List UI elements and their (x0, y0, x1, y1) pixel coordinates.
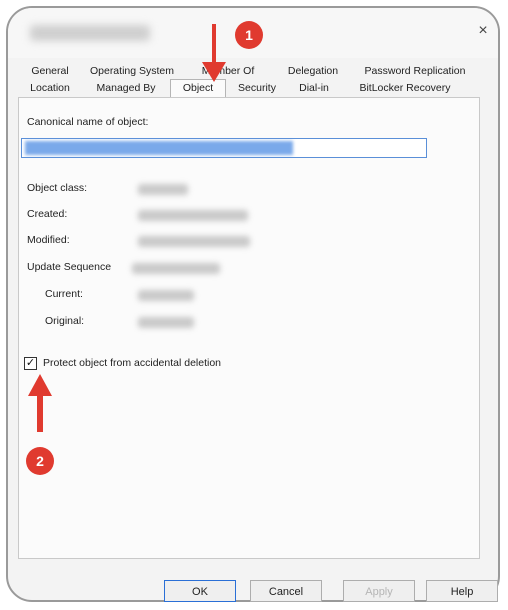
tab-bitlocker-recovery[interactable]: BitLocker Recovery (340, 80, 470, 97)
apply-button[interactable]: Apply (343, 580, 415, 602)
tab-operating-system[interactable]: Operating System (82, 63, 182, 80)
object-class-value-redacted (138, 184, 188, 195)
original-label: Original: (45, 315, 85, 327)
tab-general[interactable]: General (18, 63, 82, 80)
ok-button[interactable]: OK (164, 580, 236, 602)
tab-security[interactable]: Security (226, 80, 288, 97)
modified-value-redacted (138, 236, 250, 247)
tab-password-replication[interactable]: Password Replication (352, 63, 478, 80)
canonical-name-field[interactable] (21, 138, 427, 158)
protect-deletion-label: Protect object from accidental deletion (43, 357, 222, 369)
arrow-down-icon (202, 24, 226, 82)
tab-dial-in[interactable]: Dial-in (288, 80, 340, 97)
help-button[interactable]: Help (426, 580, 498, 602)
tab-row-2: Location Managed By Object Security Dial… (18, 79, 470, 98)
modified-label: Modified: (27, 234, 70, 246)
close-icon[interactable]: × (472, 20, 494, 42)
protect-deletion-checkbox[interactable]: ✓ (24, 357, 37, 370)
update-sequence-label: Update Sequence (27, 261, 112, 273)
tab-managed-by[interactable]: Managed By (82, 80, 170, 97)
cancel-button[interactable]: Cancel (250, 580, 322, 602)
tab-location[interactable]: Location (18, 80, 82, 97)
step-1-badge: 1 (235, 21, 263, 49)
current-label: Current: (45, 288, 83, 300)
object-class-label: Object class: (27, 182, 88, 194)
tab-delegation[interactable]: Delegation (274, 63, 352, 80)
canonical-name-value-redacted (25, 141, 293, 155)
update-sequence-value-redacted (132, 263, 220, 274)
original-value-redacted (138, 317, 194, 328)
tab-row-1: General Operating System Member Of Deleg… (18, 63, 478, 80)
window-title-redacted (30, 25, 150, 41)
created-value-redacted (138, 210, 248, 221)
current-value-redacted (138, 290, 194, 301)
canonical-name-label: Canonical name of object: (27, 116, 149, 128)
created-label: Created: (27, 208, 68, 220)
object-tab-panel (18, 97, 480, 559)
arrow-up-icon (28, 374, 52, 432)
step-2-badge: 2 (26, 447, 54, 475)
